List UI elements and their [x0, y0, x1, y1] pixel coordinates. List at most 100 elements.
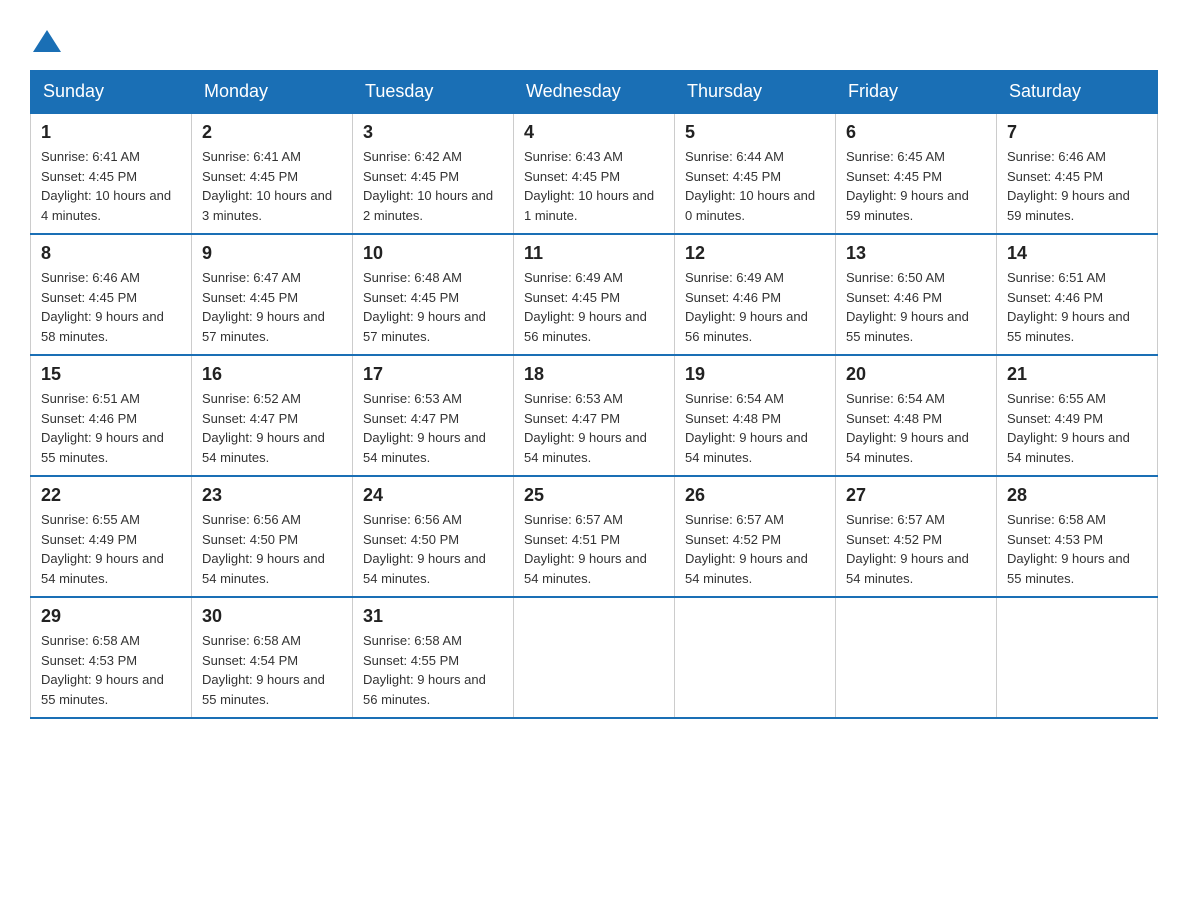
day-info: Sunrise: 6:44 AMSunset: 4:45 PMDaylight:…: [685, 147, 825, 225]
calendar-day-cell: 22 Sunrise: 6:55 AMSunset: 4:49 PMDayligh…: [31, 476, 192, 597]
day-info: Sunrise: 6:46 AMSunset: 4:45 PMDaylight:…: [1007, 147, 1147, 225]
day-info: Sunrise: 6:52 AMSunset: 4:47 PMDaylight:…: [202, 389, 342, 467]
day-number: 31: [363, 606, 503, 627]
day-info: Sunrise: 6:51 AMSunset: 4:46 PMDaylight:…: [1007, 268, 1147, 346]
day-info: Sunrise: 6:41 AMSunset: 4:45 PMDaylight:…: [202, 147, 342, 225]
day-info: Sunrise: 6:51 AMSunset: 4:46 PMDaylight:…: [41, 389, 181, 467]
calendar-day-cell: 2Sunrise: 6:41 AMSunset: 4:45 PMDaylight…: [192, 113, 353, 234]
day-info: Sunrise: 6:42 AMSunset: 4:45 PMDaylight:…: [363, 147, 503, 225]
day-info: Sunrise: 6:48 AMSunset: 4:45 PMDaylight:…: [363, 268, 503, 346]
day-info: Sunrise: 6:58 AMSunset: 4:53 PMDaylight:…: [41, 631, 181, 709]
calendar-week-row: 1 Sunrise: 6:41 AMSunset: 4:45 PMDaylight…: [31, 113, 1158, 234]
calendar-day-cell: 8 Sunrise: 6:46 AMSunset: 4:45 PMDaylight…: [31, 234, 192, 355]
calendar-day-cell: 1 Sunrise: 6:41 AMSunset: 4:45 PMDaylight…: [31, 113, 192, 234]
calendar-day-cell: 17 Sunrise: 6:53 AMSunset: 4:47 PMDayligh…: [353, 355, 514, 476]
day-number: 16: [202, 364, 342, 385]
weekday-header-wednesday: Wednesday: [514, 71, 675, 114]
calendar-day-cell: 24 Sunrise: 6:56 AMSunset: 4:50 PMDayligh…: [353, 476, 514, 597]
day-number: 25: [524, 485, 664, 506]
day-info: Sunrise: 6:46 AMSunset: 4:45 PMDaylight:…: [41, 268, 181, 346]
calendar-day-cell: 6 Sunrise: 6:45 AMSunset: 4:45 PMDaylight…: [836, 113, 997, 234]
calendar-day-cell: 30Sunrise: 6:58 AMSunset: 4:54 PMDayligh…: [192, 597, 353, 718]
day-number: 24: [363, 485, 503, 506]
day-number: 30: [202, 606, 342, 627]
calendar-day-cell: 27 Sunrise: 6:57 AMSunset: 4:52 PMDayligh…: [836, 476, 997, 597]
calendar-day-cell: 13Sunrise: 6:50 AMSunset: 4:46 PMDayligh…: [836, 234, 997, 355]
day-info: Sunrise: 6:45 AMSunset: 4:45 PMDaylight:…: [846, 147, 986, 225]
calendar-day-cell: 26 Sunrise: 6:57 AMSunset: 4:52 PMDayligh…: [675, 476, 836, 597]
calendar-day-cell: 25 Sunrise: 6:57 AMSunset: 4:51 PMDayligh…: [514, 476, 675, 597]
logo-triangle-icon: [33, 30, 61, 52]
calendar-day-cell: 10 Sunrise: 6:48 AMSunset: 4:45 PMDayligh…: [353, 234, 514, 355]
day-info: Sunrise: 6:50 AMSunset: 4:46 PMDaylight:…: [846, 268, 986, 346]
day-number: 1: [41, 122, 181, 143]
day-info: Sunrise: 6:57 AMSunset: 4:52 PMDaylight:…: [685, 510, 825, 588]
calendar-body: 1 Sunrise: 6:41 AMSunset: 4:45 PMDaylight…: [31, 113, 1158, 718]
day-number: 18: [524, 364, 664, 385]
day-info: Sunrise: 6:49 AMSunset: 4:45 PMDaylight:…: [524, 268, 664, 346]
calendar-header: SundayMondayTuesdayWednesdayThursdayFrid…: [31, 71, 1158, 114]
calendar-day-cell: 5 Sunrise: 6:44 AMSunset: 4:45 PMDaylight…: [675, 113, 836, 234]
day-info: Sunrise: 6:55 AMSunset: 4:49 PMDaylight:…: [41, 510, 181, 588]
day-info: Sunrise: 6:55 AMSunset: 4:49 PMDaylight:…: [1007, 389, 1147, 467]
weekday-header-monday: Monday: [192, 71, 353, 114]
calendar-table: SundayMondayTuesdayWednesdayThursdayFrid…: [30, 70, 1158, 719]
day-info: Sunrise: 6:54 AMSunset: 4:48 PMDaylight:…: [685, 389, 825, 467]
calendar-day-cell: 28 Sunrise: 6:58 AMSunset: 4:53 PMDayligh…: [997, 476, 1158, 597]
day-number: 28: [1007, 485, 1147, 506]
calendar-day-cell: 9Sunrise: 6:47 AMSunset: 4:45 PMDaylight…: [192, 234, 353, 355]
calendar-week-row: 22 Sunrise: 6:55 AMSunset: 4:49 PMDayligh…: [31, 476, 1158, 597]
day-number: 4: [524, 122, 664, 143]
calendar-day-cell: [675, 597, 836, 718]
day-info: Sunrise: 6:58 AMSunset: 4:55 PMDaylight:…: [363, 631, 503, 709]
day-number: 6: [846, 122, 986, 143]
calendar-day-cell: 12 Sunrise: 6:49 AMSunset: 4:46 PMDayligh…: [675, 234, 836, 355]
day-info: Sunrise: 6:41 AMSunset: 4:45 PMDaylight:…: [41, 147, 181, 225]
weekday-header-saturday: Saturday: [997, 71, 1158, 114]
page-header: [30, 20, 1158, 54]
weekday-header-thursday: Thursday: [675, 71, 836, 114]
day-number: 23: [202, 485, 342, 506]
calendar-day-cell: 19 Sunrise: 6:54 AMSunset: 4:48 PMDayligh…: [675, 355, 836, 476]
calendar-day-cell: 29 Sunrise: 6:58 AMSunset: 4:53 PMDayligh…: [31, 597, 192, 718]
day-number: 8: [41, 243, 181, 264]
day-number: 20: [846, 364, 986, 385]
day-number: 15: [41, 364, 181, 385]
day-number: 9: [202, 243, 342, 264]
calendar-week-row: 15 Sunrise: 6:51 AMSunset: 4:46 PMDayligh…: [31, 355, 1158, 476]
day-number: 22: [41, 485, 181, 506]
day-number: 7: [1007, 122, 1147, 143]
day-info: Sunrise: 6:57 AMSunset: 4:52 PMDaylight:…: [846, 510, 986, 588]
calendar-day-cell: [997, 597, 1158, 718]
calendar-day-cell: 16 Sunrise: 6:52 AMSunset: 4:47 PMDayligh…: [192, 355, 353, 476]
calendar-week-row: 29 Sunrise: 6:58 AMSunset: 4:53 PMDayligh…: [31, 597, 1158, 718]
day-number: 12: [685, 243, 825, 264]
calendar-day-cell: 11Sunrise: 6:49 AMSunset: 4:45 PMDayligh…: [514, 234, 675, 355]
day-info: Sunrise: 6:58 AMSunset: 4:53 PMDaylight:…: [1007, 510, 1147, 588]
calendar-day-cell: [836, 597, 997, 718]
day-number: 26: [685, 485, 825, 506]
day-number: 10: [363, 243, 503, 264]
weekday-header-row: SundayMondayTuesdayWednesdayThursdayFrid…: [31, 71, 1158, 114]
logo: [30, 30, 61, 54]
weekday-header-tuesday: Tuesday: [353, 71, 514, 114]
calendar-day-cell: 3Sunrise: 6:42 AMSunset: 4:45 PMDaylight…: [353, 113, 514, 234]
day-info: Sunrise: 6:49 AMSunset: 4:46 PMDaylight:…: [685, 268, 825, 346]
day-number: 14: [1007, 243, 1147, 264]
day-info: Sunrise: 6:53 AMSunset: 4:47 PMDaylight:…: [524, 389, 664, 467]
calendar-day-cell: 14 Sunrise: 6:51 AMSunset: 4:46 PMDayligh…: [997, 234, 1158, 355]
weekday-header-friday: Friday: [836, 71, 997, 114]
day-number: 19: [685, 364, 825, 385]
calendar-week-row: 8 Sunrise: 6:46 AMSunset: 4:45 PMDaylight…: [31, 234, 1158, 355]
calendar-day-cell: [514, 597, 675, 718]
day-info: Sunrise: 6:53 AMSunset: 4:47 PMDaylight:…: [363, 389, 503, 467]
day-number: 17: [363, 364, 503, 385]
day-info: Sunrise: 6:56 AMSunset: 4:50 PMDaylight:…: [363, 510, 503, 588]
day-number: 29: [41, 606, 181, 627]
day-number: 5: [685, 122, 825, 143]
day-number: 27: [846, 485, 986, 506]
calendar-day-cell: 18 Sunrise: 6:53 AMSunset: 4:47 PMDayligh…: [514, 355, 675, 476]
calendar-day-cell: 31 Sunrise: 6:58 AMSunset: 4:55 PMDayligh…: [353, 597, 514, 718]
weekday-header-sunday: Sunday: [31, 71, 192, 114]
day-info: Sunrise: 6:57 AMSunset: 4:51 PMDaylight:…: [524, 510, 664, 588]
